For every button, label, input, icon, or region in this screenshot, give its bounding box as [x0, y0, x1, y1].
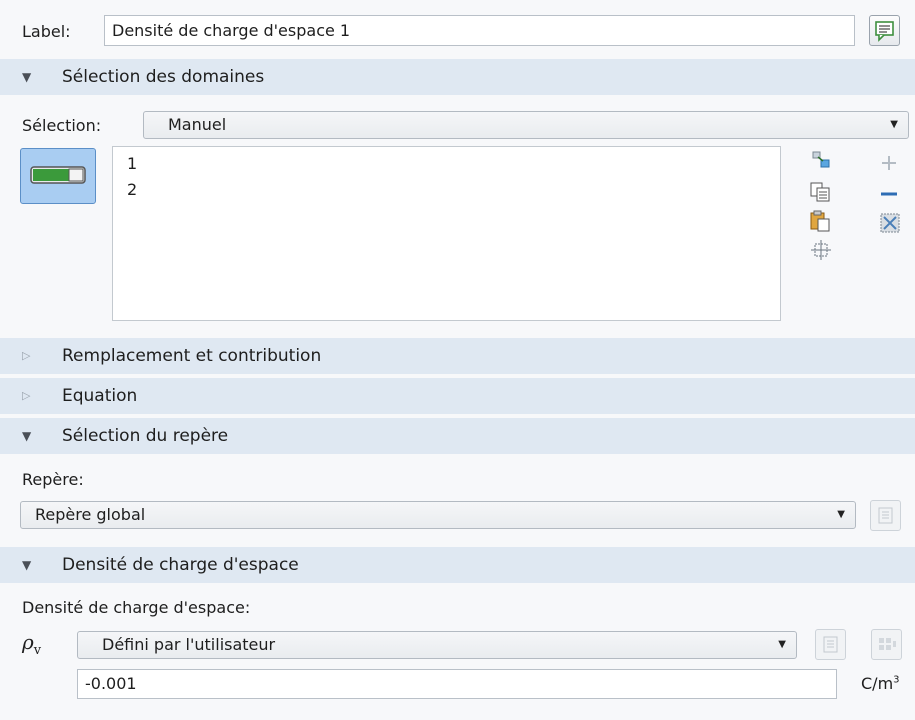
- remove-icon[interactable]: [878, 183, 900, 205]
- frame-label: Repère:: [22, 470, 84, 489]
- paste-icon[interactable]: [809, 210, 831, 232]
- section-equation[interactable]: ▷ Equation: [0, 378, 915, 414]
- collapsed-arrow-icon: ▷: [22, 349, 31, 362]
- label-input[interactable]: Densité de charge d'espace 1: [104, 15, 855, 46]
- expanded-arrow-icon: ▼: [22, 558, 32, 572]
- clear-selection-icon[interactable]: [878, 211, 902, 235]
- selection-dropdown[interactable]: Manuel ▼: [143, 111, 909, 139]
- expanded-arrow-icon: ▼: [22, 70, 32, 84]
- charge-label: Densité de charge d'espace:: [22, 598, 251, 617]
- charge-value: Défini par l'utilisateur: [102, 635, 276, 654]
- section-title: Remplacement et contribution: [62, 346, 322, 366]
- table-settings-icon: [815, 629, 846, 660]
- section-title: Sélection des domaines: [62, 67, 265, 87]
- copy-icon[interactable]: [809, 181, 831, 203]
- chevron-down-icon: ▼: [837, 509, 845, 520]
- active-toggle-icon[interactable]: [20, 148, 96, 204]
- label-caption: Label:: [22, 22, 71, 41]
- chevron-down-icon: ▼: [890, 119, 898, 130]
- expanded-arrow-icon: ▼: [22, 429, 32, 443]
- section-space-charge[interactable]: ▼ Densité de charge d'espace: [0, 547, 915, 583]
- frame-dropdown[interactable]: Repère global ▼: [20, 501, 856, 529]
- section-override[interactable]: ▷ Remplacement et contribution: [0, 338, 915, 374]
- add-icon[interactable]: [878, 152, 900, 174]
- chevron-down-icon: ▼: [778, 639, 786, 650]
- rho-symbol: ρv: [22, 630, 42, 658]
- collapsed-arrow-icon: ▷: [22, 389, 31, 402]
- grid-settings-icon: [871, 629, 902, 660]
- selection-label: Sélection:: [22, 116, 102, 135]
- zoom-to-selection-icon[interactable]: [810, 149, 832, 171]
- section-title: Sélection du repère: [62, 426, 229, 446]
- charge-dropdown[interactable]: Défini par l'utilisateur ▼: [77, 631, 797, 659]
- section-domain-selection[interactable]: ▼ Sélection des domaines: [0, 59, 915, 95]
- selection-value: Manuel: [168, 115, 227, 134]
- charge-value-input[interactable]: -0.001: [77, 669, 837, 699]
- frame-value: Repère global: [35, 505, 146, 524]
- select-box-icon[interactable]: [810, 239, 832, 261]
- list-item[interactable]: 1: [127, 154, 137, 173]
- section-title: Densité de charge d'espace: [62, 555, 299, 575]
- section-title: Equation: [62, 386, 138, 406]
- frame-settings-icon: [870, 500, 901, 531]
- comment-icon[interactable]: [869, 15, 900, 46]
- section-frame-selection[interactable]: ▼ Sélection du repère: [0, 418, 915, 454]
- unit-label: C/m3: [861, 674, 900, 693]
- list-item[interactable]: 2: [127, 180, 137, 199]
- domain-list[interactable]: 1 2: [112, 146, 781, 321]
